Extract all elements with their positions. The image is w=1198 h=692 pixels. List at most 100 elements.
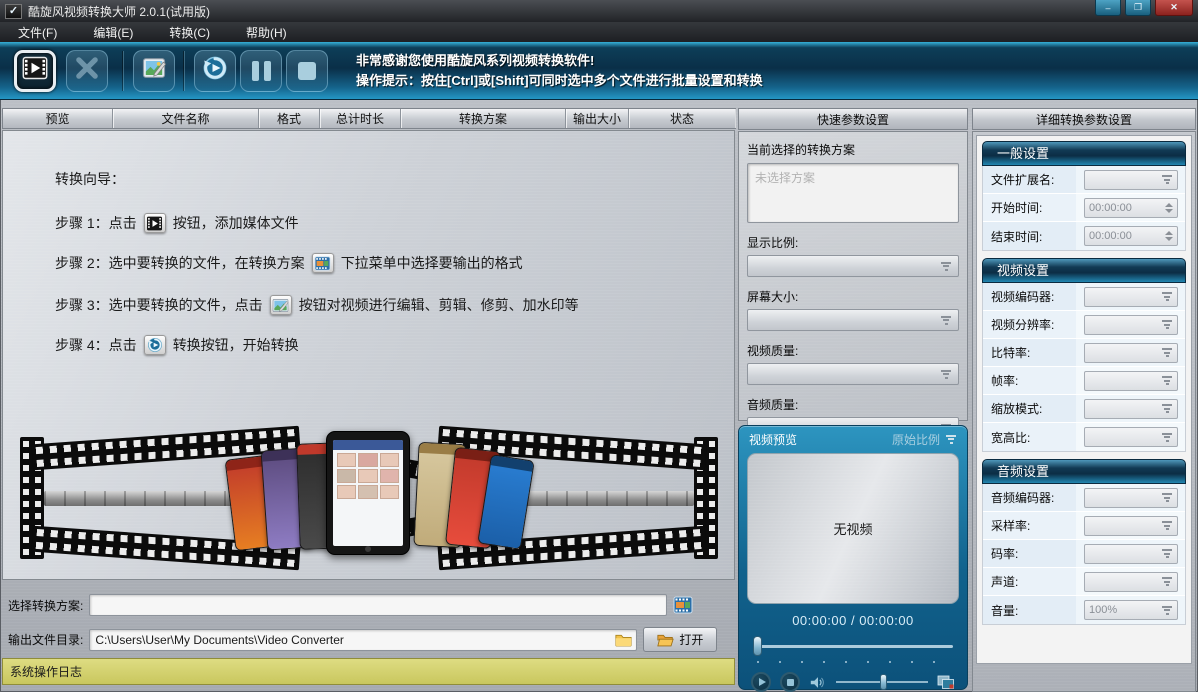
browse-folder-button[interactable] [615,633,632,647]
setting-row-end-time: 结束时间: 00:00:00 [983,222,1185,250]
video-quality-select[interactable] [747,363,959,385]
aspect-ratio-detail-select[interactable] [1084,427,1178,447]
delete-button[interactable] [66,50,108,92]
chevron-down-icon [1161,433,1173,442]
audio-quality-label: 音频质量: [747,396,959,413]
open-button-label: 打开 [679,631,703,648]
setting-row-framerate: 帧率: [983,367,1185,395]
pause-icon [252,61,271,81]
volume-thumb[interactable] [880,674,887,690]
column-header-scheme[interactable]: 转换方案 [401,109,566,128]
video-encoder-select[interactable] [1084,287,1178,307]
aspect-ratio-select[interactable]: 原始比例 [892,431,957,448]
audio-encoder-select[interactable] [1084,488,1178,508]
column-header-status[interactable]: 状态 [629,109,735,128]
current-scheme-label: 当前选择的转换方案 [747,141,959,158]
setting-label: 音量: [983,602,1077,619]
scheme-browse-button[interactable] [673,596,693,614]
mute-button[interactable] [809,675,827,690]
stop-playback-button[interactable] [780,672,800,692]
audio-bitrate-select[interactable] [1084,544,1178,564]
video-resolution-select[interactable] [1084,315,1178,335]
output-dir-input[interactable]: C:\Users\User\My Documents\Video Convert… [89,629,637,651]
setting-label: 声道: [983,573,1077,590]
volume-slider[interactable] [836,673,928,691]
scheme-select-row: 选择转换方案: [8,594,693,616]
framerate-select[interactable] [1084,371,1178,391]
volume-select[interactable]: 100% [1084,600,1178,620]
video-preview-panel: 视频预览 原始比例 无视频 00:00:00 / 00:00:00 [738,425,968,690]
no-video-text: 无视频 [833,519,872,538]
open-folder-icon [657,633,674,647]
scale-mode-select[interactable] [1084,399,1178,419]
setting-label: 宽高比: [983,429,1077,446]
play-icon [759,678,766,686]
system-log-bar: 系统操作日志 [2,658,735,685]
add-media-button[interactable] [14,50,56,92]
stop-button[interactable] [286,50,328,92]
setting-row-audio-bitrate: 码率: [983,540,1185,568]
setting-label: 文件扩展名: [983,171,1077,188]
display-ratio-label: 显示比例: [747,234,959,251]
promo-banner [18,429,720,577]
section-title: 音频设置 [997,464,1049,479]
aspect-ratio-label: 原始比例 [892,431,940,448]
setting-label: 采样率: [983,517,1077,534]
column-header-outsize[interactable]: 输出大小 [566,109,629,128]
edit-video-icon [140,54,168,87]
column-header-format[interactable]: 格式 [259,109,320,128]
menu-convert[interactable]: 转换(C) [169,24,210,41]
display-ratio-select[interactable] [747,255,959,277]
setting-value: 00:00:00 [1089,202,1132,214]
menu-edit[interactable]: 编辑(E) [93,24,133,41]
column-header-preview[interactable]: 预览 [3,109,113,128]
screen-size-select[interactable] [747,309,959,331]
add-media-icon [21,54,49,87]
end-time-spinner[interactable]: 00:00:00 [1084,226,1178,246]
spinner-arrows-icon[interactable] [1165,231,1173,241]
column-header-filename[interactable]: 文件名称 [113,109,259,128]
output-dir-label: 输出文件目录: [8,631,83,648]
menu-file[interactable]: 文件(F) [18,24,57,41]
chevron-down-icon [1161,376,1173,385]
convert-button[interactable] [194,50,236,92]
time-total: 00:00:00 [859,613,914,628]
bitrate-select[interactable] [1084,343,1178,363]
column-header-duration[interactable]: 总计时长 [320,109,401,128]
window-title: 酷旋风视频转换大师 2.0.1(试用版) [28,3,210,20]
play-button[interactable] [751,672,771,692]
app-window: { "window": { "title": "酷旋风视频转换大师 2.0.1(… [0,0,1198,692]
maximize-button[interactable]: ❐ [1125,0,1151,16]
delete-x-icon [73,54,101,87]
section-header-general: 一般设置 [982,141,1186,166]
file-extension-select[interactable] [1084,170,1178,190]
minimize-button[interactable]: – [1095,0,1121,16]
start-time-spinner[interactable]: 00:00:00 [1084,198,1178,218]
sample-rate-select[interactable] [1084,516,1178,536]
time-current: 00:00:00 [792,613,847,628]
close-button[interactable]: ✕ [1155,0,1193,16]
scheme-input[interactable] [89,594,667,616]
tablet-home-button [365,546,371,552]
stop-icon [298,62,316,80]
setting-value: 00:00:00 [1089,230,1132,242]
setting-row-scale-mode: 缩放模式: [983,395,1185,423]
setting-row-aspect-ratio: 宽高比: [983,423,1185,451]
pause-button[interactable] [240,50,282,92]
fullscreen-button[interactable] [937,674,955,690]
setting-label: 音频编码器: [983,489,1077,506]
open-output-dir-button[interactable]: 打开 [643,627,717,652]
edit-video-button[interactable] [133,50,175,92]
setting-row-channels: 声道: [983,568,1185,596]
channels-select[interactable] [1084,572,1178,592]
wizard-step-1: 步骤 1：点击 按钮，添加媒体文件 [55,213,299,233]
seek-thumb[interactable] [753,636,762,656]
chevron-down-icon [1161,577,1173,586]
setting-row-file-extension: 文件扩展名: [983,166,1185,194]
setting-row-audio-encoder: 音频编码器: [983,484,1185,512]
seek-slider[interactable] [753,636,953,656]
spinner-arrows-icon[interactable] [1165,203,1173,213]
chevron-down-icon [945,435,957,444]
titlebar: ✓ 酷旋风视频转换大师 2.0.1(试用版) – ❐ ✕ [0,0,1198,22]
menu-help[interactable]: 帮助(H) [246,24,287,41]
